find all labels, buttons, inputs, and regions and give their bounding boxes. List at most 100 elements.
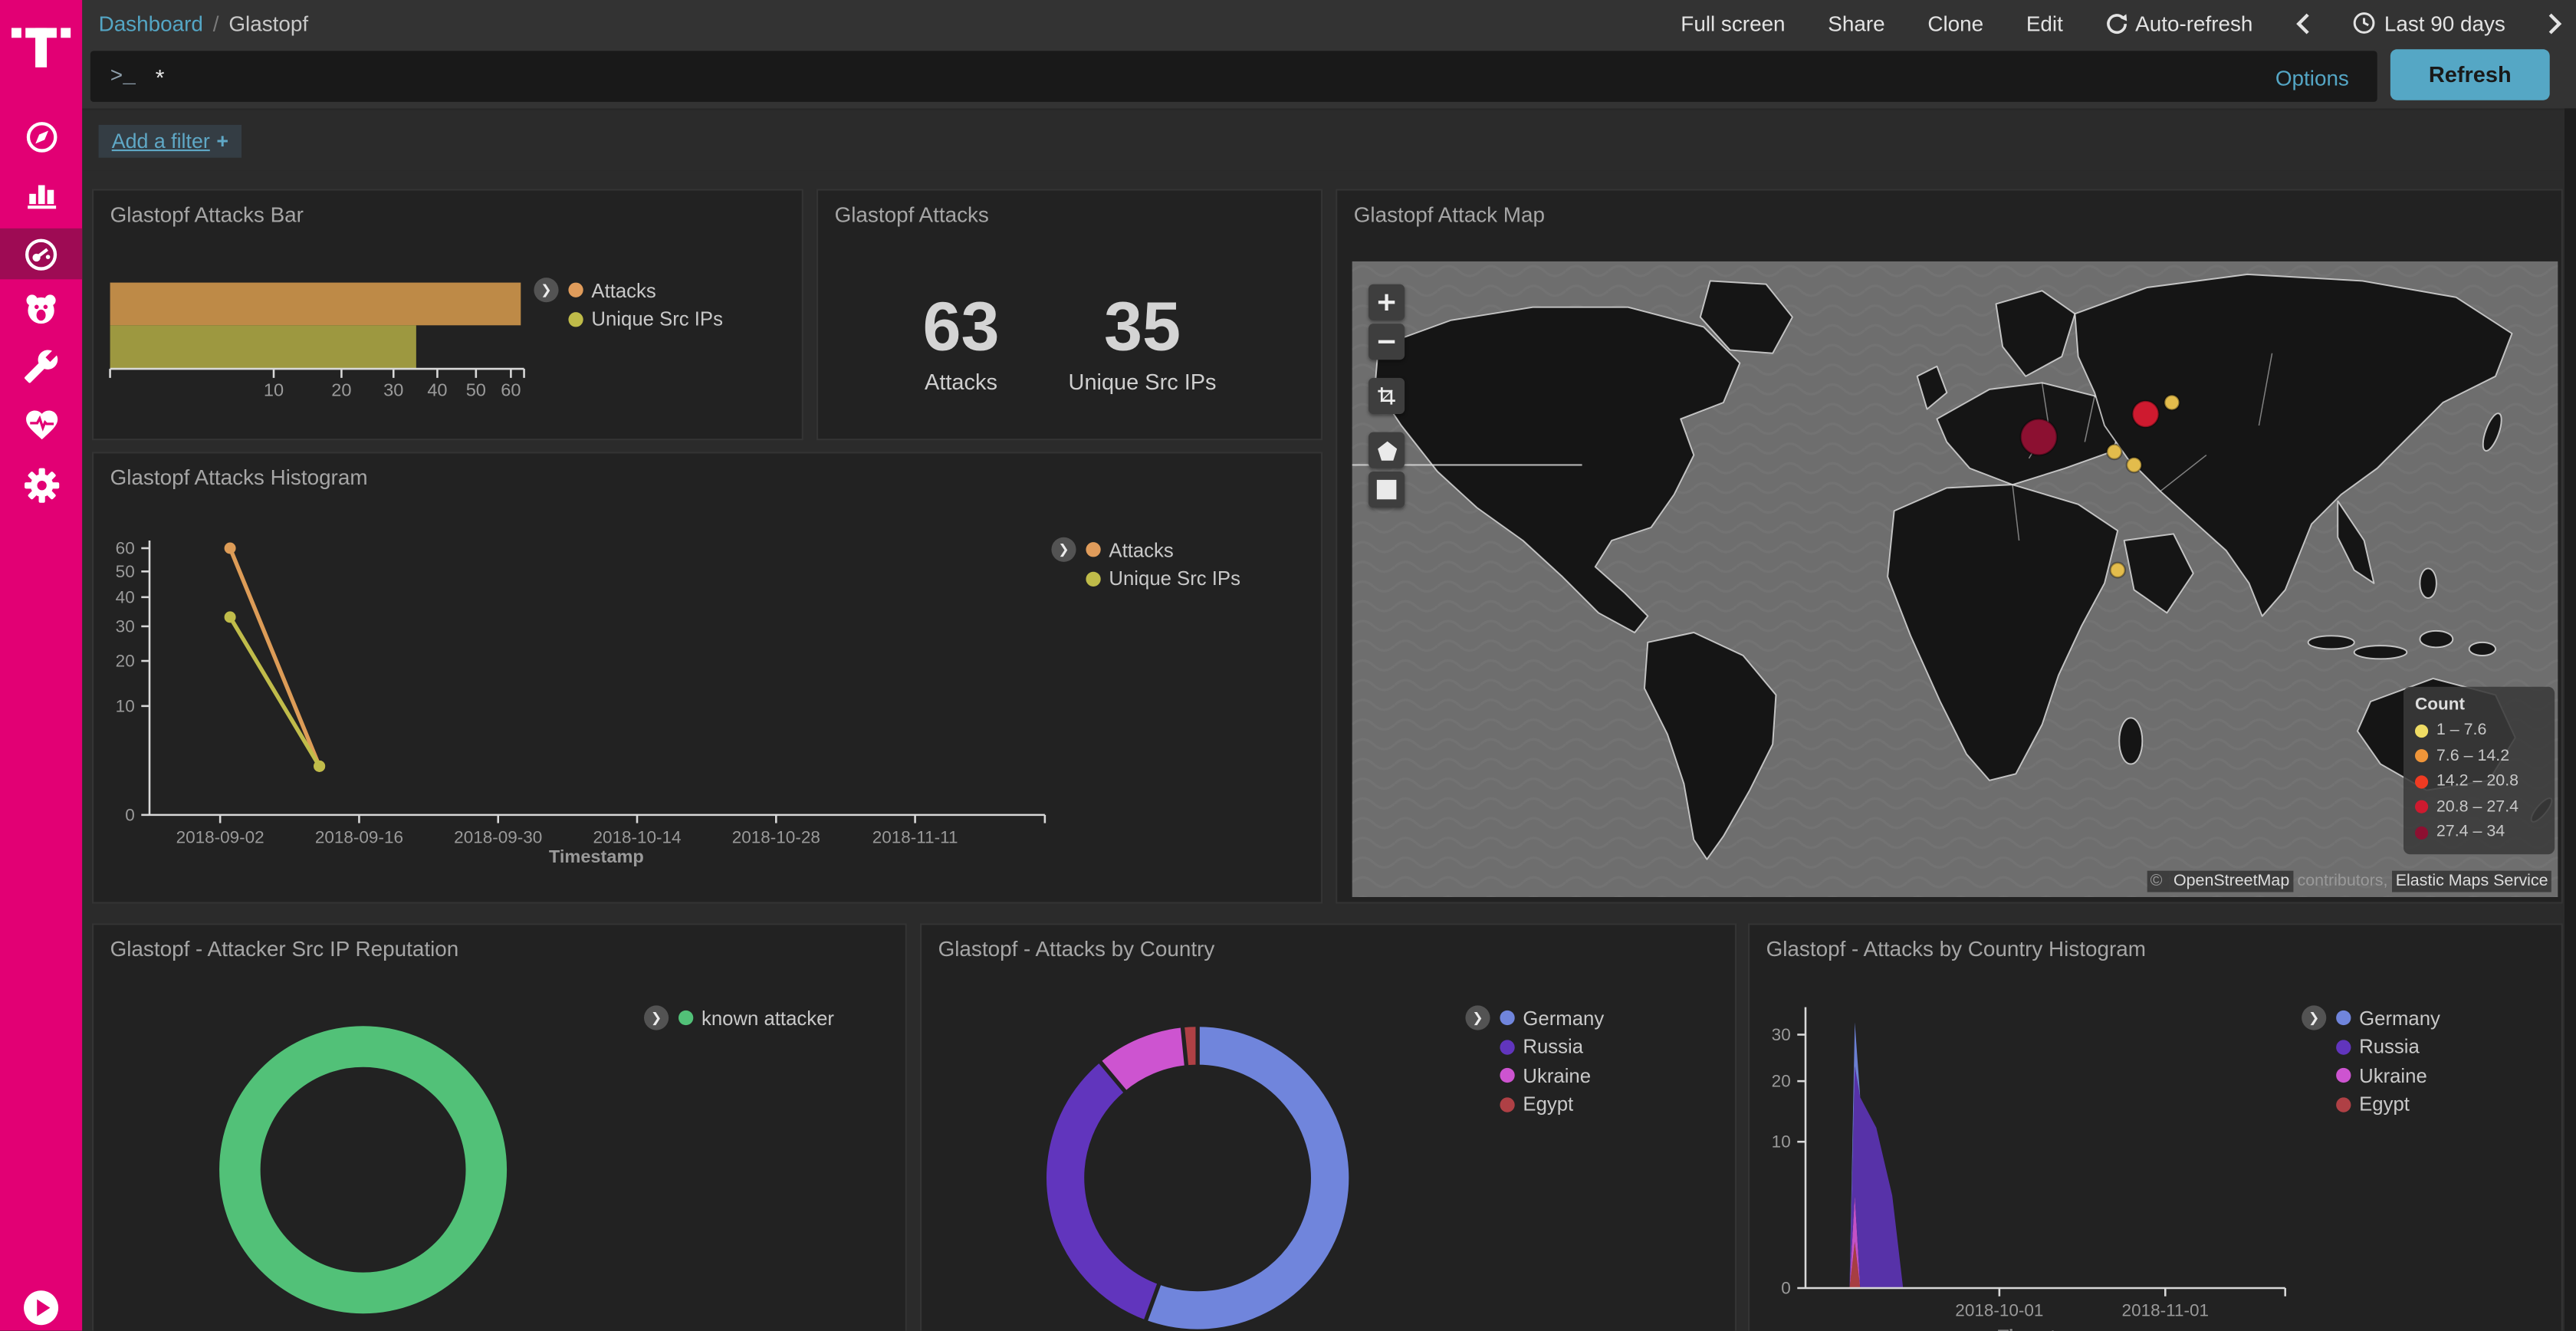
breadcrumb-dashboard-link[interactable]: Dashboard xyxy=(99,11,203,35)
legend-dot xyxy=(2336,1097,2351,1112)
map-zoom-in-button[interactable] xyxy=(1368,284,1405,320)
legend-dot xyxy=(1086,543,1100,557)
legend-item[interactable]: Unique Src IPs xyxy=(1086,564,1240,593)
svg-text:50: 50 xyxy=(116,562,135,581)
gear-icon xyxy=(22,466,60,504)
filter-bar: Add a filter+ xyxy=(82,108,2576,170)
svg-text:30: 30 xyxy=(383,380,403,399)
kibana-dashboard: Dashboard/Glastopf Full screen Share Clo… xyxy=(0,0,2576,1331)
panel-attacks-metric: Glastopf Attacks 63 Attacks 35 Unique Sr… xyxy=(816,189,1322,440)
svg-text:10: 10 xyxy=(116,696,135,715)
panel-attacks-by-country: Glastopf - Attacks by Country ❯ Germany … xyxy=(920,923,1737,1330)
edit-button[interactable]: Edit xyxy=(2026,11,2063,35)
legend-toggle-button[interactable]: ❯ xyxy=(1465,1005,1490,1030)
svg-text:20: 20 xyxy=(116,652,135,671)
svg-text:50: 50 xyxy=(466,380,486,399)
chevron-right-icon xyxy=(2548,12,2563,34)
svg-text:2018-11-11: 2018-11-11 xyxy=(872,827,958,846)
legend-item: 20.8 – 27.4 xyxy=(2415,794,2543,820)
clone-button[interactable]: Clone xyxy=(1927,11,1983,35)
svg-text:10: 10 xyxy=(264,380,284,399)
sidebar-item-tpot[interactable] xyxy=(0,281,82,337)
legend-toggle-button[interactable]: ❯ xyxy=(1051,537,1076,562)
legend-dot xyxy=(1500,1011,1514,1025)
metric-attacks: 63 Attacks xyxy=(922,292,999,394)
time-forward-button[interactable] xyxy=(2548,12,2563,34)
legend-dot xyxy=(1500,1097,1514,1112)
metric-label: Unique Src IPs xyxy=(1069,370,1217,394)
legend-item: 27.4 – 34 xyxy=(2415,820,2543,845)
legend-item: 14.2 – 20.8 xyxy=(2415,769,2543,794)
svg-text:0: 0 xyxy=(1781,1278,1791,1297)
chart-legend: ❯ Germany Russia Ukraine Egypt xyxy=(1465,1004,1604,1119)
svg-text:30: 30 xyxy=(1772,1025,1791,1044)
legend-title: Count xyxy=(2415,695,2543,715)
metric-values: 63 Attacks 35 Unique Src IPs xyxy=(818,292,1321,394)
sidebar-item-monitoring[interactable] xyxy=(0,396,82,452)
legend-toggle-button[interactable]: ❯ xyxy=(2302,1005,2326,1030)
map-zoom-out-button[interactable] xyxy=(1368,324,1405,360)
metric-value: 35 xyxy=(1069,292,1217,361)
sidebar-item-management[interactable] xyxy=(0,457,82,513)
legend-item[interactable]: Attacks xyxy=(1086,536,1240,565)
panel-src-ip-reputation: Glastopf - Attacker Src IP Reputation ❯ … xyxy=(92,923,907,1330)
legend-dot xyxy=(2415,826,2428,839)
metric-unique-src-ips: 35 Unique Src IPs xyxy=(1069,292,1217,394)
compass-icon xyxy=(22,117,60,155)
breadcrumb: Dashboard/Glastopf xyxy=(99,11,309,35)
time-range-picker[interactable]: Last 90 days xyxy=(2353,11,2505,35)
refresh-button[interactable]: Refresh xyxy=(2390,49,2550,100)
legend-item[interactable]: Russia xyxy=(1500,1033,1604,1062)
search-input[interactable]: >_ * xyxy=(90,51,2377,101)
sidebar-item-devtools[interactable] xyxy=(0,338,82,394)
share-button[interactable]: Share xyxy=(1828,11,1884,35)
legend-item[interactable]: Germany xyxy=(2336,1004,2440,1033)
sidebar-item-discover[interactable] xyxy=(0,108,82,164)
query-prompt-icon: >_ xyxy=(110,64,136,89)
telekom-t-logo xyxy=(10,13,72,69)
chart-legend: ❯ Germany Russia Ukraine Egypt xyxy=(2302,1004,2440,1119)
legend-dot xyxy=(2336,1040,2351,1054)
openstreetmap-link[interactable]: OpenStreetMap xyxy=(2170,871,2293,892)
chevron-left-icon xyxy=(2295,12,2310,34)
legend-item[interactable]: Russia xyxy=(2336,1033,2440,1062)
gauge-icon xyxy=(21,234,61,273)
legend-toggle-button[interactable]: ❯ xyxy=(534,278,558,302)
add-filter-link[interactable]: Add a filter+ xyxy=(99,125,242,158)
auto-refresh-button[interactable]: Auto-refresh xyxy=(2106,11,2253,35)
legend-item[interactable]: Unique Src IPs xyxy=(568,305,723,334)
legend-item[interactable]: known attacker xyxy=(678,1004,834,1033)
svg-text:20: 20 xyxy=(331,380,351,399)
legend-item[interactable]: Egypt xyxy=(2336,1090,2440,1119)
legend-dot xyxy=(1500,1068,1514,1083)
sidebar-expand-button[interactable] xyxy=(23,1290,59,1326)
svg-text:2018-10-01: 2018-10-01 xyxy=(1955,1300,2043,1319)
chart-legend: ❯ known attacker xyxy=(644,1004,834,1033)
world-map[interactable]: Count 1 – 7.6 7.6 – 14.2 14.2 – 20.8 20.… xyxy=(1352,261,2558,897)
panel-attacks-bar: Glastopf Attacks Bar 102030405060 ❯ Atta… xyxy=(92,189,803,440)
legend-item[interactable]: Attacks xyxy=(568,276,723,305)
svg-text:30: 30 xyxy=(116,616,135,636)
legend-dot xyxy=(568,283,583,297)
legend-dot xyxy=(1500,1040,1514,1054)
sidebar-nav xyxy=(0,0,82,1331)
chart-legend: ❯ Attacks Unique Src IPs xyxy=(1051,536,1240,593)
legend-item[interactable]: Egypt xyxy=(1500,1090,1604,1119)
scrollbar-track[interactable] xyxy=(2564,108,2576,1330)
bar-chart-icon xyxy=(22,173,60,211)
legend-dot xyxy=(2415,750,2428,763)
options-link[interactable]: Options xyxy=(2275,46,2349,108)
map-draw-polygon-button[interactable] xyxy=(1368,432,1405,468)
map-fit-bounds-button[interactable] xyxy=(1368,378,1405,414)
legend-item[interactable]: Ukraine xyxy=(2336,1061,2440,1090)
map-draw-rectangle-button[interactable] xyxy=(1368,472,1405,508)
full-screen-button[interactable]: Full screen xyxy=(1681,11,1785,35)
legend-toggle-button[interactable]: ❯ xyxy=(644,1005,669,1030)
sidebar-item-dashboard[interactable] xyxy=(0,228,82,279)
legend-item[interactable]: Germany xyxy=(1500,1004,1604,1033)
svg-text:Timestamp: Timestamp xyxy=(1998,1326,2093,1331)
time-back-button[interactable] xyxy=(2295,12,2310,34)
sidebar-item-visualize[interactable] xyxy=(0,164,82,220)
elastic-maps-service-link[interactable]: Elastic Maps Service xyxy=(2392,871,2551,892)
legend-item[interactable]: Ukraine xyxy=(1500,1061,1604,1090)
